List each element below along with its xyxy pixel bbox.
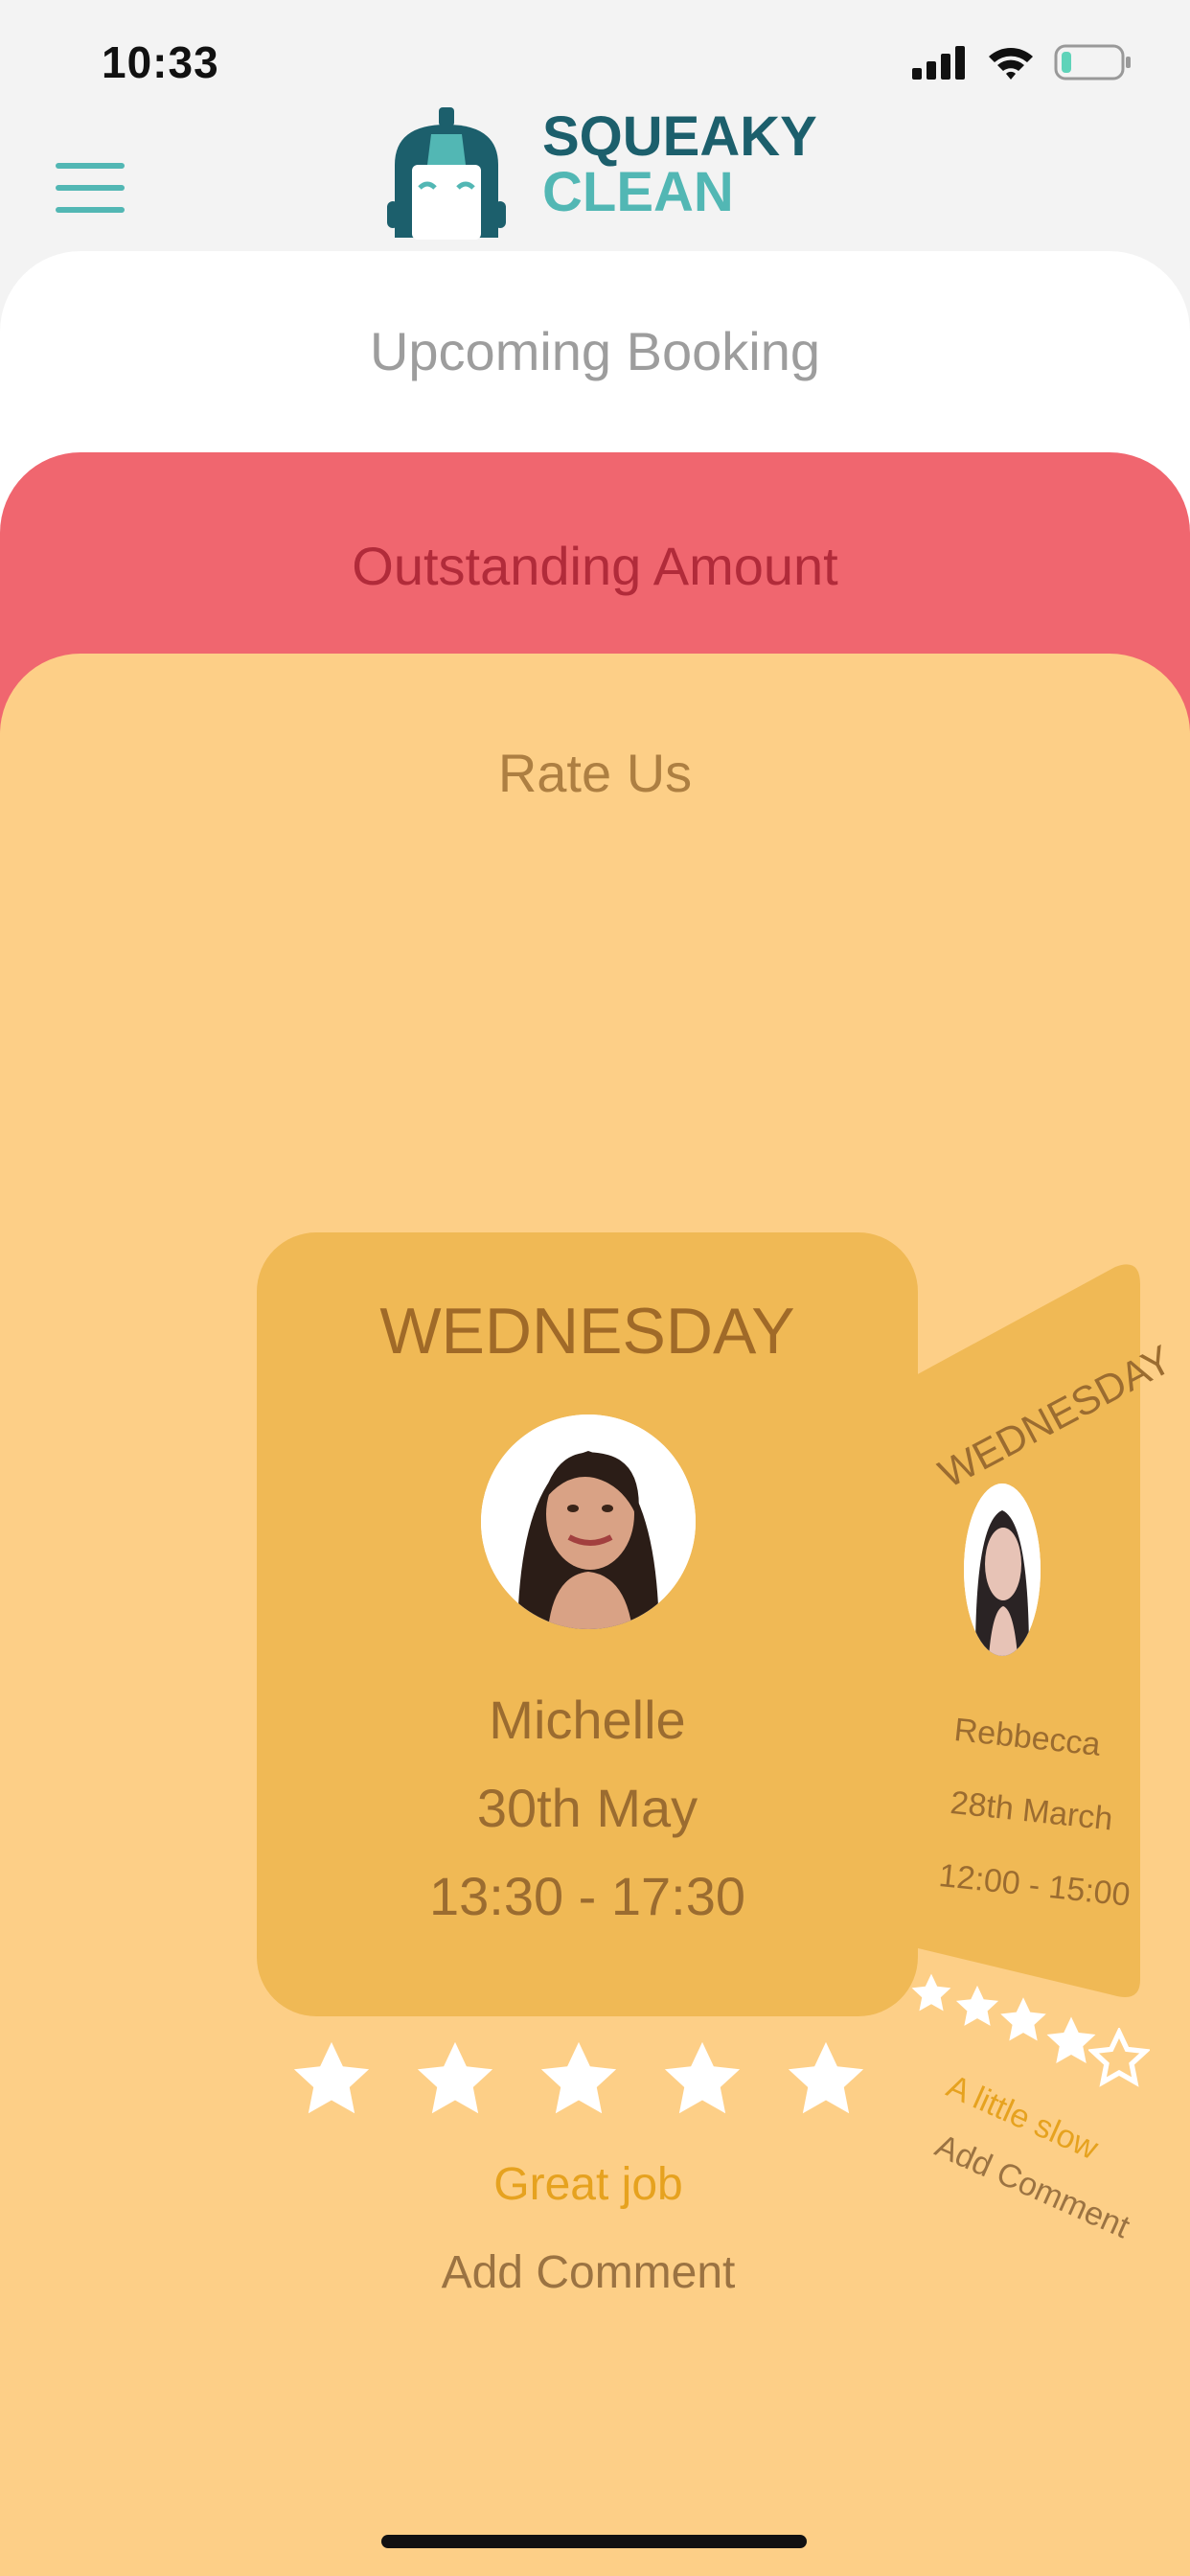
star-icon[interactable] <box>535 2036 623 2124</box>
hamburger-menu-icon <box>56 163 125 169</box>
star-icon[interactable] <box>908 1970 954 2016</box>
cellular-signal-icon <box>912 46 965 80</box>
cleaner-avatar <box>481 1414 696 1629</box>
app-logo: SQUEAKY CLEAN <box>378 107 818 242</box>
star-rating[interactable] <box>287 2036 901 2131</box>
booking-day: WEDNESDAY <box>379 1295 795 1368</box>
hamburger-line <box>56 185 125 191</box>
avatar-portrait-icon <box>964 1484 1041 1656</box>
hamburger-line <box>56 207 125 213</box>
upcoming-booking-title: Upcoming Booking <box>369 321 821 381</box>
booking-date: 30th May <box>476 1778 698 1838</box>
battery-icon <box>1054 44 1131 80</box>
wifi-icon <box>989 48 1033 80</box>
star-icon[interactable] <box>287 2036 376 2124</box>
previous-cleaner-avatar <box>964 1484 1041 1656</box>
booking-time: 13:30 - 17:30 <box>428 1866 746 1926</box>
star-icon[interactable] <box>658 2036 746 2124</box>
star-outline-icon[interactable] <box>1088 2028 1150 2089</box>
logo-text-squeaky: SQUEAKY <box>542 105 817 168</box>
star-icon[interactable] <box>782 2036 870 2124</box>
cleaner-name: Michelle <box>489 1690 686 1750</box>
home-indicator[interactable] <box>381 2535 807 2548</box>
add-comment-link[interactable]: Add Comment <box>0 2246 1177 2299</box>
booking-card-current[interactable]: WEDNESDAY Michelle 30th May 13:30 - 17:3… <box>257 1232 918 2016</box>
avatar-portrait-icon <box>481 1414 696 1629</box>
outstanding-amount-title: Outstanding Amount <box>352 536 838 596</box>
rate-us-title: Rate Us <box>497 743 693 803</box>
squeaky-clean-logo-icon <box>387 107 506 240</box>
status-icons <box>912 44 1133 80</box>
logo-text-clean: CLEAN <box>542 161 734 223</box>
status-time: 10:33 <box>102 37 219 87</box>
star-icon[interactable] <box>411 2036 499 2124</box>
star-icon[interactable] <box>952 1982 1002 2032</box>
booking-card-previous[interactable]: WEDNESDAY Rebbecca 28th March 12:00 - 15… <box>914 1261 1179 2003</box>
logo-wordmark: SQUEAKY CLEAN <box>542 109 817 220</box>
menu-button[interactable] <box>56 161 128 218</box>
